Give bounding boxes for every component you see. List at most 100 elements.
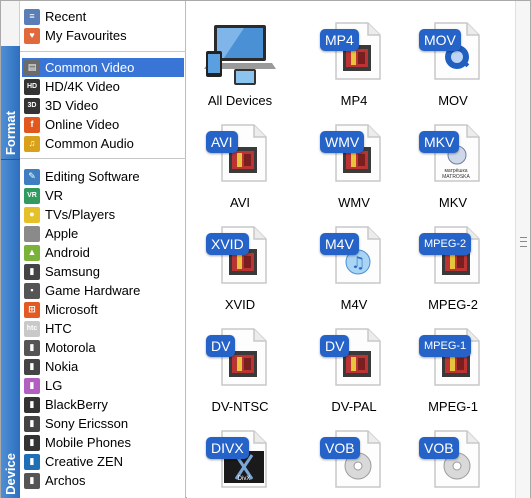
tab-format-label: Format	[3, 110, 18, 155]
menu-item-android[interactable]: ▲ Android	[22, 243, 184, 262]
menu-item-microsoft[interactable]: ⊞ Microsoft	[22, 300, 184, 319]
menu-item-label: Game Hardware	[45, 283, 141, 298]
menu-item-htc[interactable]: htc HTC	[22, 319, 184, 338]
format-caption: MPEG-1	[428, 399, 478, 414]
menu-item-samsung[interactable]: ▮ Samsung	[22, 262, 184, 281]
menu-item-3d-video[interactable]: 3D 3D Video	[22, 96, 184, 115]
menu-item-label: Microsoft	[45, 302, 98, 317]
format-tile-mov[interactable]: MOV MOV	[403, 7, 503, 108]
menu-item-blackberry[interactable]: ▮ BlackBerry	[22, 395, 184, 414]
menu-item-tvs-players[interactable]: ● TVs/Players	[22, 205, 184, 224]
nokia-phone-icon: ▮	[24, 358, 40, 375]
tab-device[interactable]: Device	[1, 159, 20, 498]
menu-item-label: Common Audio	[45, 136, 134, 151]
menu-item-archos[interactable]: ▮ Archos	[22, 471, 184, 490]
archos-icon: ▮	[24, 472, 40, 489]
menu-item-label: Motorola	[45, 340, 96, 355]
menu-item-label: TVs/Players	[45, 207, 116, 222]
menu-item-label: VR	[45, 188, 64, 203]
menu-item-my-favourites[interactable]: ♥ My Favourites	[22, 26, 184, 45]
htc-icon: htc	[24, 320, 40, 337]
menu-item-hd-4k-video[interactable]: HD HD/4K Video	[22, 77, 184, 96]
format-badge: MKV	[419, 131, 460, 153]
format-tile-vob[interactable]: VOB	[304, 415, 404, 498]
scrollbar-grip-icon[interactable]	[520, 237, 527, 247]
format-caption: WMV	[338, 195, 370, 210]
menu-item-label: Recent	[45, 9, 87, 24]
format-caption: All Devices	[207, 93, 273, 108]
format-caption: AVI	[230, 195, 250, 210]
format-badge: MPEG-1	[419, 335, 472, 357]
format-caption: M4V	[340, 297, 368, 312]
menu-item-lg[interactable]: ▮ LG	[22, 376, 184, 395]
menu-item-mobile-phones[interactable]: ▮ Mobile Phones	[22, 433, 184, 452]
online-video-icon: f	[24, 116, 40, 133]
all-devices-icon	[204, 23, 279, 89]
samsung-phone-icon: ▮	[24, 263, 40, 280]
format-tile-mpeg-1[interactable]: MPEG-1 MPEG-1	[403, 313, 503, 414]
menu-item-label: Common Video	[45, 60, 135, 75]
format-badge: MPEG-2	[419, 233, 472, 255]
svg-text:DivX: DivX	[238, 476, 251, 482]
menu-item-vr[interactable]: VR VR	[22, 186, 184, 205]
vertical-scrollbar[interactable]	[515, 1, 530, 498]
tab-strip-top	[1, 1, 20, 46]
format-tile-wmv[interactable]: WMV WMV	[304, 109, 404, 210]
format-tile-mp4[interactable]: MP4 MP4	[304, 7, 404, 108]
format-badge: AVI	[206, 131, 238, 153]
menu-item-label: Nokia	[45, 359, 79, 374]
menu-item-recent[interactable]: ≡ Recent	[22, 7, 184, 26]
apple-icon	[24, 225, 40, 242]
menu-item-label: HTC	[45, 321, 72, 336]
menu-item-sony-ericsson[interactable]: ▮ Sony Ericsson	[22, 414, 184, 433]
menu-item-nokia[interactable]: ▮ Nokia	[22, 357, 184, 376]
format-tile-dv-pal[interactable]: DV DV-PAL	[304, 313, 404, 414]
svg-text:♫: ♫	[351, 253, 365, 272]
motorola-phone-icon: ▮	[24, 339, 40, 356]
format-tile-avi[interactable]: AVI AVI	[190, 109, 290, 210]
tab-device-label: Device	[3, 453, 18, 495]
menu-item-label: Editing Software	[45, 169, 140, 184]
menu-item-label: Sony Ericsson	[45, 416, 129, 431]
format-badge: M4V	[320, 233, 359, 255]
heart-icon: ♥	[24, 27, 40, 44]
format-tile-mkv[interactable]: матрёшка MATROSKA MKV MKV	[403, 109, 503, 210]
menu-item-common-audio[interactable]: ♫ Common Audio	[22, 134, 184, 153]
menu-item-label: BlackBerry	[45, 397, 108, 412]
format-badge: DV	[206, 335, 236, 357]
format-tile-m4v[interactable]: ♫ M4V M4V	[304, 211, 404, 312]
format-caption: MPEG-2	[428, 297, 478, 312]
android-icon: ▲	[24, 244, 40, 261]
format-caption: DV-PAL	[331, 399, 377, 414]
microsoft-icon: ⊞	[24, 301, 40, 318]
format-caption: XVID	[224, 297, 256, 312]
tab-format[interactable]: Format	[1, 46, 20, 159]
film-icon: ▤	[24, 59, 40, 76]
format-tile-dv-ntsc[interactable]: DV DV-NTSC	[190, 313, 290, 414]
menu-item-label: Creative ZEN	[45, 454, 124, 469]
music-note-icon: ♫	[24, 135, 40, 152]
sony-ericsson-icon: ▮	[24, 415, 40, 432]
format-badge: MOV	[419, 29, 461, 51]
menu-item-creative-zen[interactable]: ▮ Creative ZEN	[22, 452, 184, 471]
format-tile-all-devices[interactable]: All Devices	[190, 7, 290, 108]
format-caption: MP4	[340, 93, 368, 108]
menu-item-editing-software[interactable]: ✎ Editing Software	[22, 167, 184, 186]
menu-divider	[20, 158, 186, 159]
creative-zen-icon: ▮	[24, 453, 40, 470]
format-picker-panel: Format Device ≡ Recent ♥ My Favourites ▤ Comm…	[0, 0, 531, 498]
format-tile-xvid[interactable]: XVID XVID	[190, 211, 290, 312]
menu-item-motorola[interactable]: ▮ Motorola	[22, 338, 184, 357]
hd-icon: HD	[24, 78, 40, 95]
format-tile-vob[interactable]: VOB	[403, 415, 503, 498]
tv-player-icon: ●	[24, 206, 40, 223]
menu-item-label: Mobile Phones	[45, 435, 131, 450]
format-tile-divx[interactable]: DivX DIVX	[190, 415, 290, 498]
format-tile-mpeg-2[interactable]: MPEG-2 MPEG-2	[403, 211, 503, 312]
format-badge: XVID	[206, 233, 249, 255]
menu-item-apple[interactable]: Apple	[22, 224, 184, 243]
menu-item-online-video[interactable]: f Online Video	[22, 115, 184, 134]
menu-item-common-video[interactable]: ▤ Common Video	[22, 58, 184, 77]
menu-item-label: 3D Video	[45, 98, 99, 113]
menu-item-game-hardware[interactable]: ▪ Game Hardware	[22, 281, 184, 300]
